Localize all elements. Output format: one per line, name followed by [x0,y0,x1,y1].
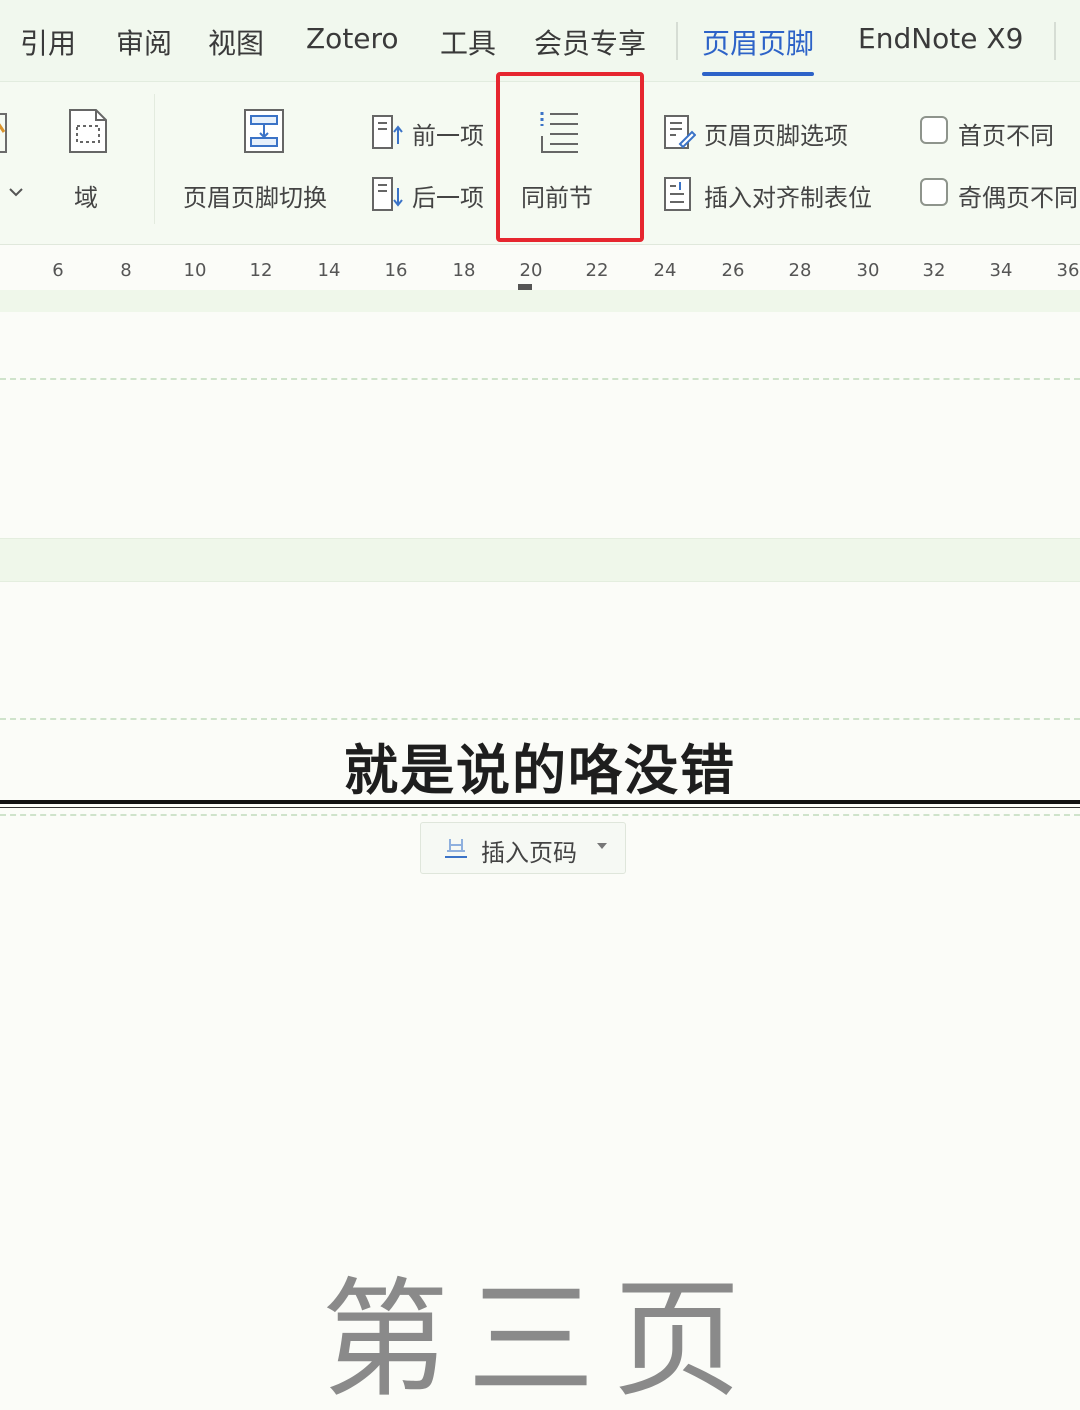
chevron-down-icon [597,843,607,849]
header-boundary [0,718,1080,720]
tab-separator [1054,22,1056,60]
tab-endnote[interactable]: EndNote X9 [858,22,1023,55]
next-item-button[interactable]: 后一项 [370,174,496,214]
ruler-tick: 20 [519,260,543,281]
insert-page-number-label: 插入页码 [481,839,577,867]
highlight-annotation [496,72,644,242]
previous-item-label: 前一项 [412,122,484,150]
odd-even-different-checkbox[interactable] [920,178,948,206]
ruler-tick: 6 [52,260,64,281]
page-body-text[interactable]: 第三页 [0,1236,1080,1410]
tab-review[interactable]: 审阅 [116,22,172,62]
ruler-tick: 30 [856,260,880,281]
tab-view[interactable]: 视图 [208,22,264,62]
ruler-tick: 24 [653,260,677,281]
header-rule [0,800,1080,804]
first-page-different-checkbox[interactable] [920,116,948,144]
ruler-tick: 12 [249,260,273,281]
tab-separator [676,22,678,60]
field-icon [69,109,107,153]
chevron-down-icon[interactable] [8,186,24,198]
ruler-tick: 8 [120,260,132,281]
header-bottom-boundary [0,814,1080,816]
previous-item-button[interactable]: 前一项 [370,112,496,152]
tab-zotero[interactable]: Zotero [306,22,399,55]
header-footer-options-button[interactable]: 页眉页脚选项 [662,112,872,152]
ruler-tick: 36 [1056,260,1080,281]
previous-item-icon [372,115,403,149]
ruler-tick: 10 [183,260,207,281]
insert-alignment-tab-icon [664,177,691,211]
next-item-icon [372,177,403,211]
footer-boundary [0,378,1080,380]
field-label: 域 [74,184,98,212]
tab-tools[interactable]: 工具 [440,22,496,62]
ruler-tick: 26 [721,260,745,281]
ruler-tick: 28 [788,260,812,281]
odd-even-different-label: 奇偶页不同 [958,184,1078,212]
header-rule-thin [0,807,1080,808]
tab-member[interactable]: 会员专享 [534,22,646,62]
ribbon-separator [154,94,155,224]
next-item-label: 后一项 [412,184,484,212]
ruler-tick: 22 [585,260,609,281]
header-footer-options-icon [664,115,696,149]
insert-page-number-button[interactable]: 插入页码 [420,822,626,874]
header-footer-switch-label: 页眉页脚切换 [183,184,327,212]
tab-header-footer[interactable]: 页眉页脚 [702,22,815,76]
ribbon-tab-bar: 引用 审阅 视图 Zotero 工具 会员专享 页眉页脚 EndNote X9 [0,0,1080,82]
insert-alignment-tab-button[interactable]: 插入对齐制表位 [662,174,898,214]
page-number-icon [445,839,467,858]
ruler-tick: 18 [452,260,476,281]
page-gap [0,290,1080,312]
horizontal-ruler[interactable]: 6 8 10 12 14 16 18 20 22 24 26 28 30 32 … [0,246,1080,290]
page-gap [0,538,1080,582]
insert-alignment-tab-label: 插入对齐制表位 [704,184,872,212]
header-text[interactable]: 就是说的咯没错 [0,726,1080,805]
header-footer-switch-icon [244,109,284,153]
tab-references[interactable]: 引用 [20,22,76,62]
ruler-tick: 32 [922,260,946,281]
ruler-tick: 34 [989,260,1013,281]
ruler-tick: 16 [384,260,408,281]
partial-tool-icon[interactable] [0,112,10,156]
ruler-tick: 14 [317,260,341,281]
header-footer-options-label: 页眉页脚选项 [704,122,848,150]
first-page-different-label: 首页不同 [958,122,1054,150]
